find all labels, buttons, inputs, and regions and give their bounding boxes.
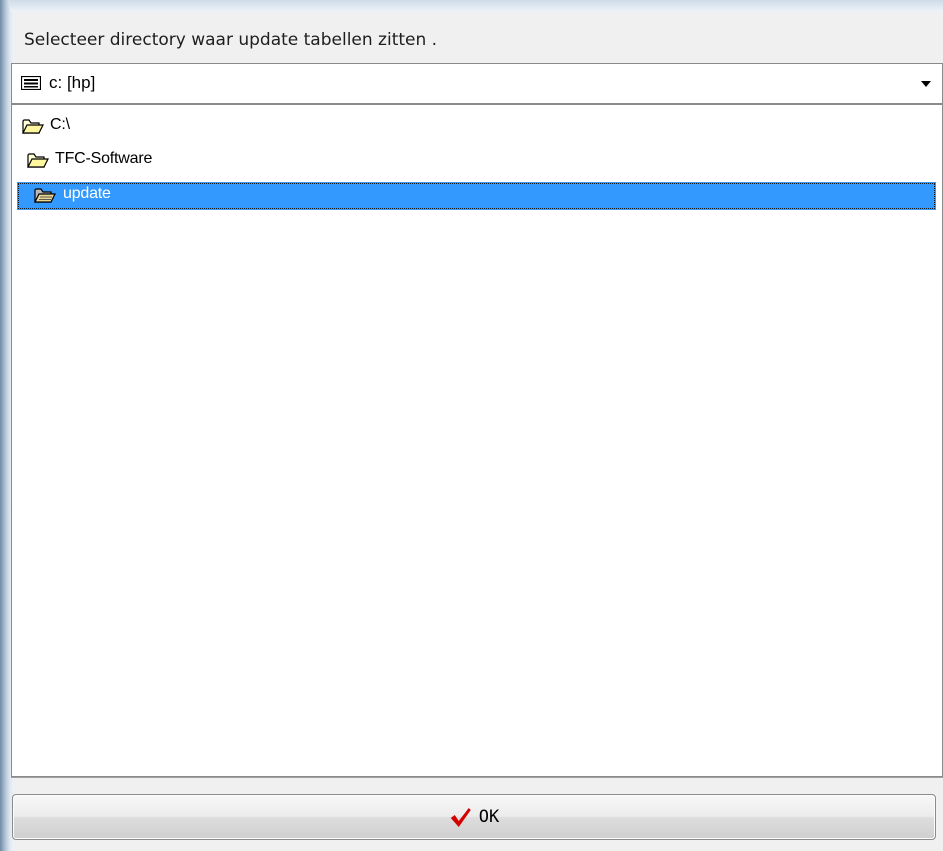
tree-item-label: TFC-Software xyxy=(55,150,153,167)
ok-button[interactable]: OK xyxy=(12,794,936,840)
window-top-edge xyxy=(10,0,943,12)
open-folder-icon xyxy=(22,119,44,134)
dialog-title: Selecteer directory waar update tabellen… xyxy=(24,30,438,50)
directory-tree[interactable]: C:\ TFC-Software update xyxy=(11,104,943,777)
drive-icon xyxy=(21,76,41,90)
checkmark-icon xyxy=(450,808,471,827)
chevron-down-icon[interactable] xyxy=(918,76,934,92)
drive-select-value: c: [hp] xyxy=(49,73,96,92)
divider xyxy=(11,777,943,778)
tree-item-tfc-software[interactable]: TFC-Software xyxy=(26,147,266,175)
open-folder-icon xyxy=(34,188,56,203)
tree-item-label: update xyxy=(63,185,111,202)
tree-item-label: C:\ xyxy=(50,116,70,133)
tree-item-root[interactable]: C:\ xyxy=(18,113,218,141)
ok-button-label: OK xyxy=(478,807,500,827)
open-folder-icon xyxy=(27,153,49,168)
drive-select[interactable]: c: [hp] xyxy=(11,63,943,104)
tree-item-update[interactable]: update xyxy=(17,182,936,210)
